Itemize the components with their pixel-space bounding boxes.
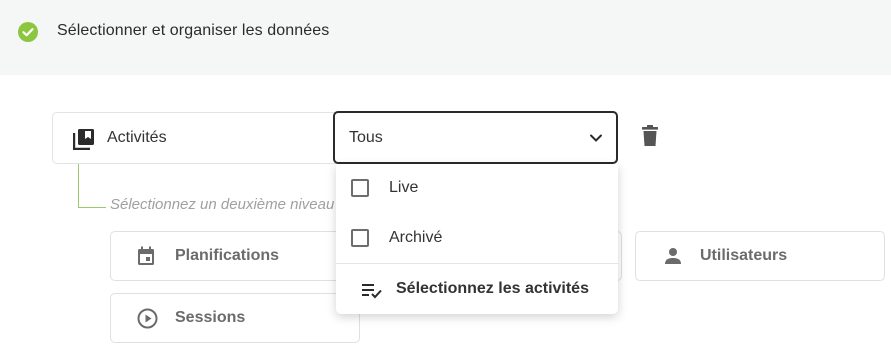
tree-connector — [78, 164, 106, 208]
trash-icon[interactable] — [640, 124, 660, 148]
activity-filter-select[interactable]: Tous — [333, 111, 618, 164]
activity-filter-dropdown: Live Archivé Sélectionnez les activités — [336, 164, 618, 314]
option-live[interactable]: Live — [336, 164, 618, 214]
tile-label: Planifications — [175, 247, 280, 264]
option-label: Archivé — [389, 229, 443, 246]
select-activities-button[interactable]: Sélectionnez les activités — [336, 264, 618, 314]
person-icon — [665, 248, 681, 264]
tile-utilisateurs[interactable]: Utilisateurs — [635, 231, 885, 281]
library-books-icon — [73, 129, 94, 150]
check-circle-icon — [18, 22, 38, 42]
step-title: Sélectionner et organiser les données — [57, 22, 330, 39]
checkbox[interactable] — [351, 229, 369, 247]
chevron-down-icon — [590, 134, 602, 142]
step-header: Sélectionner et organiser les données — [0, 0, 891, 75]
tile-planifications[interactable]: Planifications — [110, 231, 370, 281]
select-activities-label: Sélectionnez les activités — [396, 280, 589, 297]
tile-sessions[interactable]: Sessions — [110, 293, 360, 343]
primary-level-selector[interactable]: Activités — [52, 112, 342, 164]
play-circle-icon — [137, 308, 158, 329]
activity-filter-value: Tous — [349, 129, 383, 146]
option-label: Live — [389, 179, 419, 196]
option-archive[interactable]: Archivé — [336, 214, 618, 264]
checkbox[interactable] — [351, 179, 369, 197]
tile-label: Sessions — [175, 309, 246, 326]
primary-level-label: Activités — [107, 129, 167, 146]
secondary-level-hint: Sélectionnez un deuxième niveau — [110, 196, 335, 213]
tile-label: Utilisateurs — [700, 247, 788, 264]
calendar-icon — [138, 246, 154, 265]
playlist-check-icon — [362, 284, 382, 299]
